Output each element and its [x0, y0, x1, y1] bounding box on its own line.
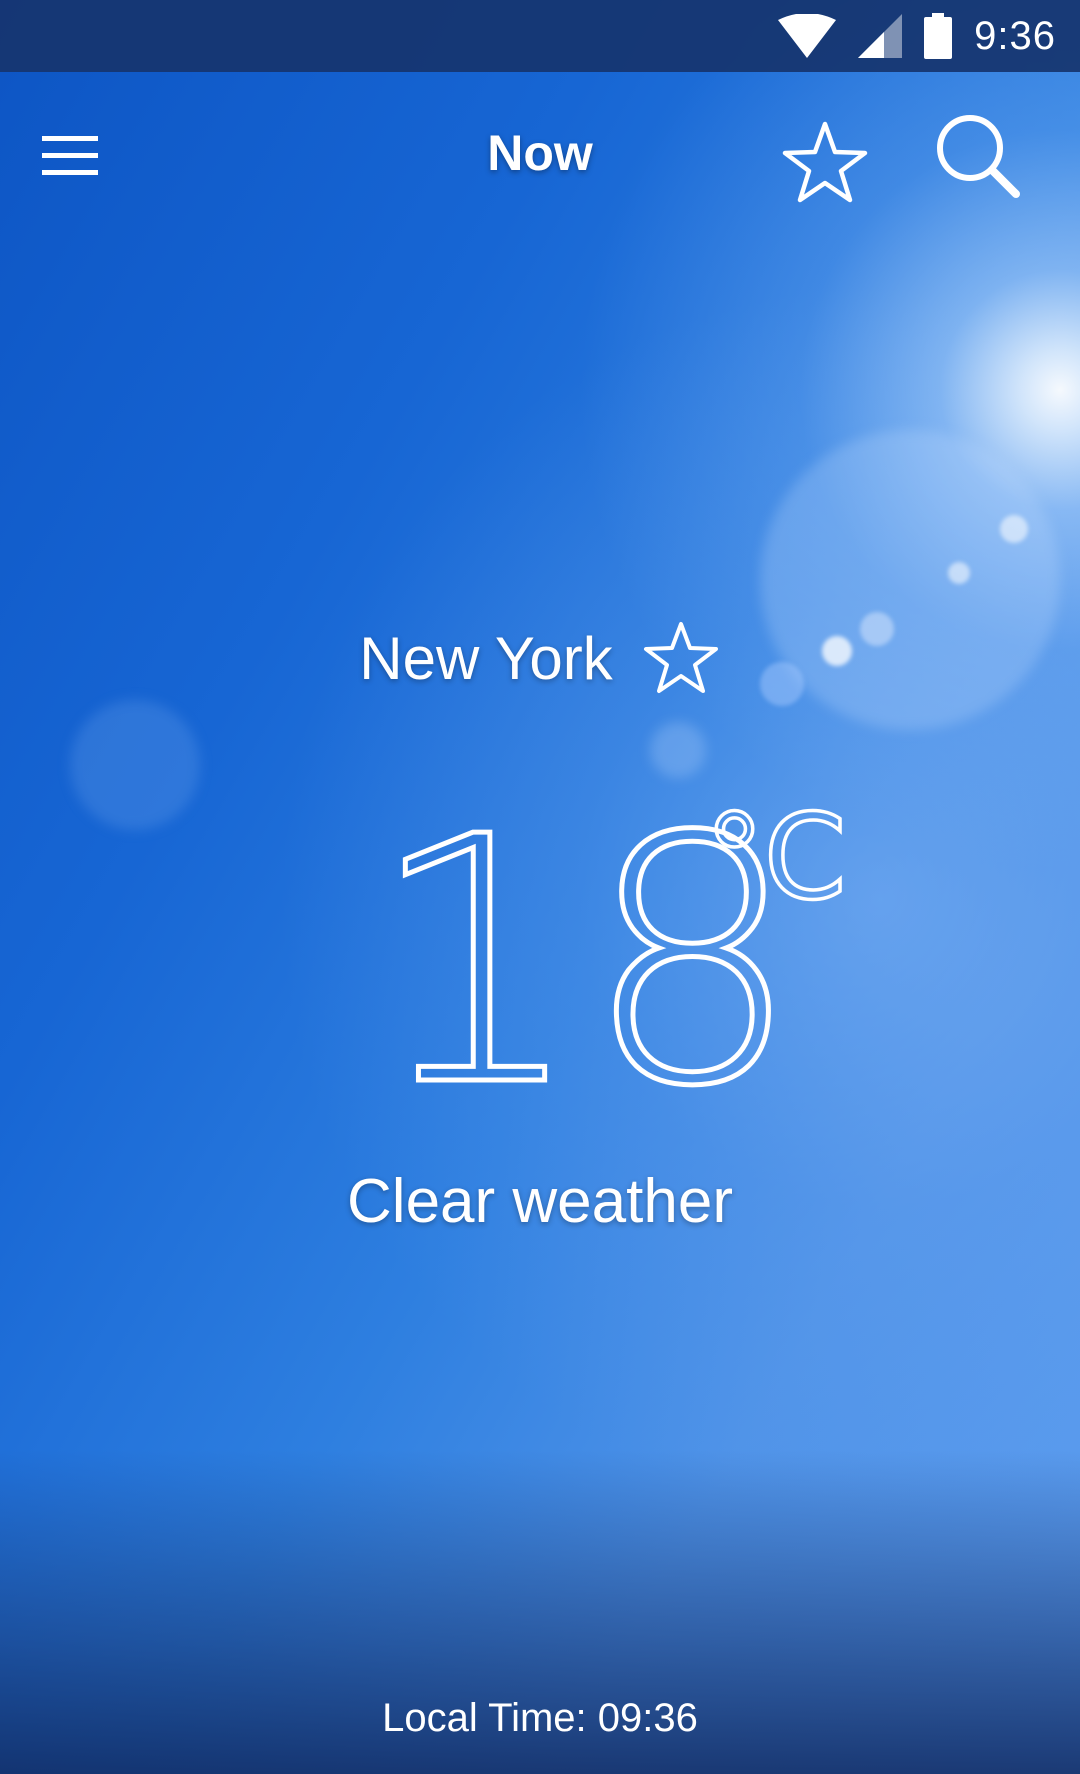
search-icon: [937, 115, 1020, 198]
local-time: Local Time: 09:36: [0, 1696, 1080, 1741]
temperature-unit: °C: [705, 788, 846, 926]
favorite-button[interactable]: [780, 118, 870, 208]
temperature-graphic: 18 °C: [366, 780, 849, 1100]
cell-signal-icon: [858, 14, 903, 58]
weather-condition: Clear weather: [347, 1167, 733, 1236]
status-bar: 9:36: [0, 0, 1080, 72]
lens-flare-dot: [948, 562, 970, 584]
star-outline-icon: [782, 121, 868, 203]
top-toolbar: Now: [0, 72, 1080, 240]
weather-screen: 9:36 Now New York 18 °C Clear weather Lo…: [0, 0, 1080, 1774]
search-button[interactable]: [930, 108, 1030, 208]
lens-flare-dot: [1000, 515, 1028, 543]
city-name: New York: [359, 624, 613, 692]
local-time-label: Local Time:: [382, 1696, 587, 1740]
page-title: Now: [487, 125, 593, 181]
city-row: New York: [0, 618, 1080, 698]
local-time-value: 09:36: [597, 1696, 698, 1740]
city-favorite-star-icon[interactable]: [641, 618, 721, 698]
lens-flare-dot: [650, 722, 706, 778]
temperature-display: 18 °C: [0, 780, 1080, 1100]
battery-icon: [924, 13, 953, 59]
status-time: 9:36: [974, 13, 1056, 58]
wifi-icon: [778, 14, 837, 58]
status-icons: 9:36: [778, 0, 1056, 72]
